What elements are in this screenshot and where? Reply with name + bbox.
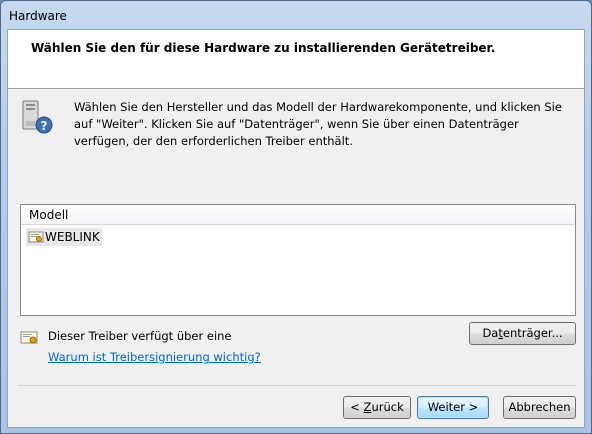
wizard-header: Wählen Sie den für diese Hardware zu ins…	[8, 30, 584, 89]
signature-status-text: Dieser Treiber verfügt über eine	[48, 329, 232, 343]
cancel-button[interactable]: Abbrechen	[503, 396, 576, 419]
next-button[interactable]: Weiter >	[417, 396, 489, 419]
back-label-post: urück	[371, 400, 404, 414]
dialog-window: Hardware Wählen Sie den für diese Hardwa…	[0, 0, 592, 434]
driver-certificate-icon	[28, 231, 44, 243]
hardware-question-icon: ?	[22, 100, 53, 134]
back-button[interactable]: < Zurück	[343, 396, 411, 419]
back-label-pre: <	[350, 400, 364, 414]
svg-text:?: ?	[41, 119, 48, 133]
column-header-model[interactable]: Modell	[21, 205, 575, 225]
page-title: Wählen Sie den für diese Hardware zu ins…	[31, 41, 496, 55]
list-item-label: WEBLINK	[45, 230, 100, 244]
column-header-label: Modell	[29, 208, 69, 222]
driver-signing-help-link[interactable]: Warum ist Treibersignierung wichtig?	[48, 350, 261, 364]
have-disk-label-pre: Da	[482, 326, 499, 340]
signature-warning-icon	[20, 331, 38, 344]
have-disk-label-post: enträger...	[502, 326, 563, 340]
window-title: Hardware	[9, 9, 67, 23]
title-bar[interactable]: Hardware	[1, 1, 591, 29]
model-listbox[interactable]: Modell WEBLINK	[20, 204, 576, 316]
button-separator	[18, 385, 576, 386]
instructions-text: Wählen Sie den Hersteller und das Modell…	[74, 100, 562, 148]
have-disk-button[interactable]: Datenträger...	[469, 322, 576, 345]
list-item-model[interactable]: WEBLINK	[26, 228, 102, 246]
dialog-client-area: Wählen Sie den für diese Hardware zu ins…	[7, 29, 585, 428]
